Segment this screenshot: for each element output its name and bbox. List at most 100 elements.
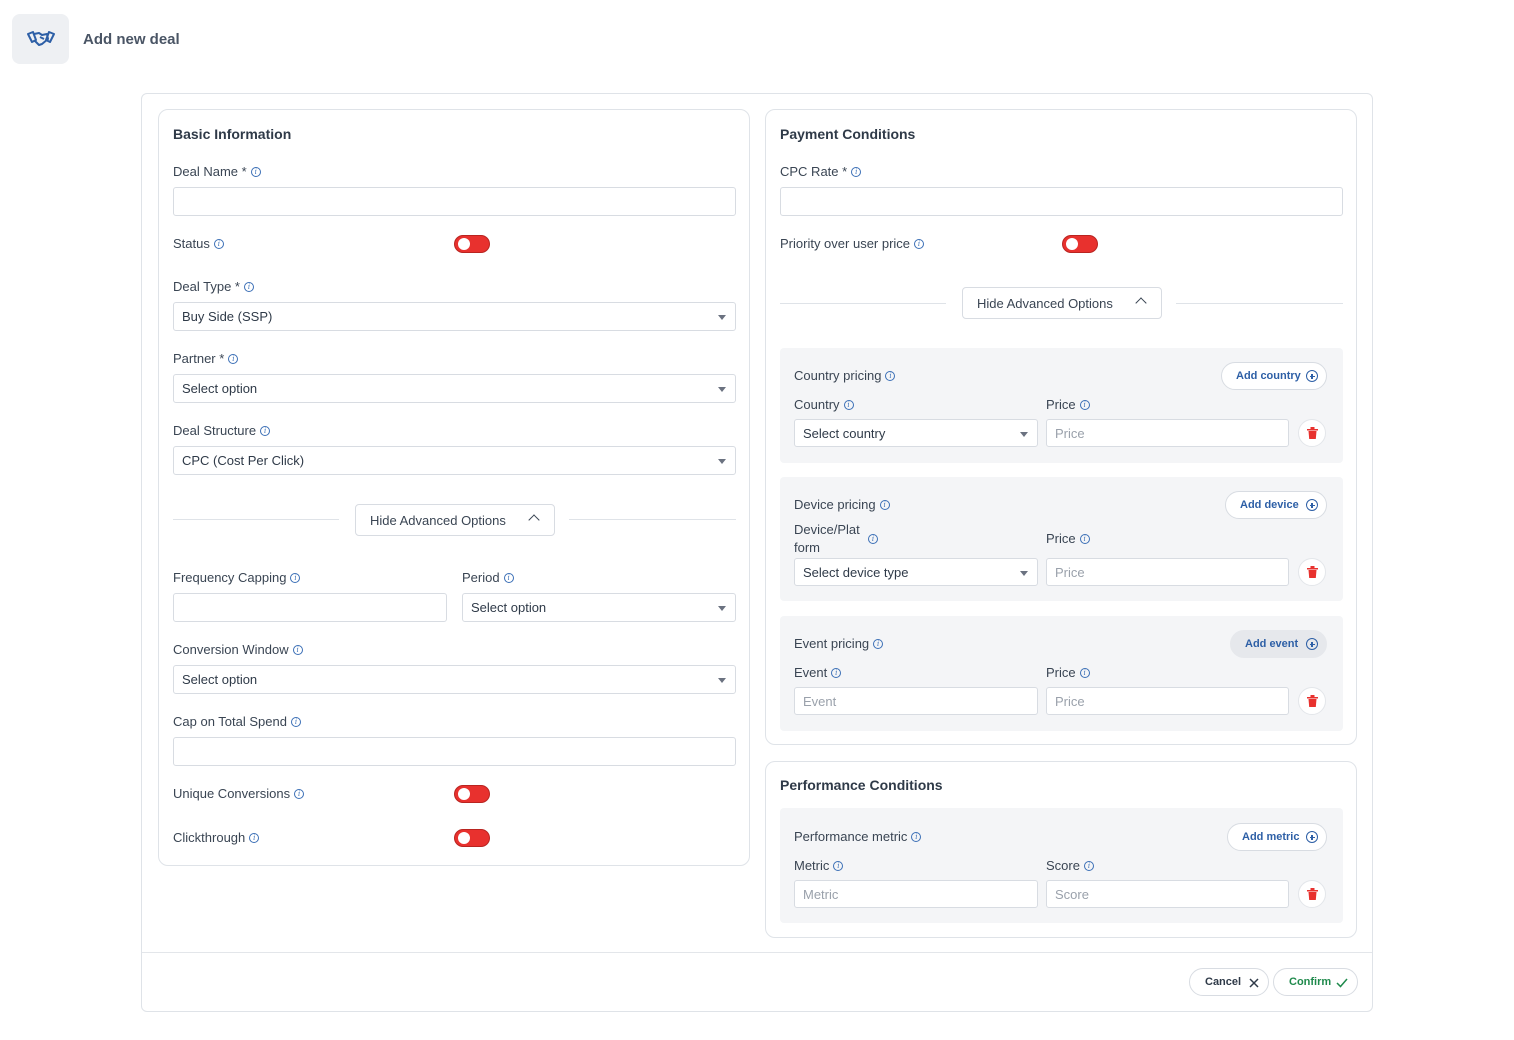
hide-advanced-options-button[interactable]: Hide Advanced Options xyxy=(962,287,1162,319)
deal-structure-select[interactable]: CPC (Cost Per Click) xyxy=(173,446,736,475)
add-metric-button[interactable]: Add metric xyxy=(1227,823,1327,851)
unique-conversions-toggle[interactable] xyxy=(454,785,490,803)
caret-down-icon xyxy=(1020,432,1028,437)
device-price-input[interactable]: Price xyxy=(1046,558,1289,586)
status-toggle[interactable] xyxy=(454,235,490,253)
info-icon[interactable]: i xyxy=(243,281,254,292)
delete-country-button[interactable] xyxy=(1298,419,1326,447)
info-icon[interactable]: i xyxy=(914,238,925,249)
country-pricing-panel: Country pricing i Add country Country i Se… xyxy=(780,348,1343,463)
basic-information-title: Basic Information xyxy=(173,126,292,142)
info-icon[interactable]: i xyxy=(1083,860,1094,871)
info-icon[interactable]: i xyxy=(1079,667,1090,678)
clickthrough-toggle[interactable] xyxy=(454,829,490,847)
info-icon[interactable]: i xyxy=(1079,399,1090,410)
plus-circle-icon xyxy=(1306,831,1318,843)
toggle-knob xyxy=(458,788,470,800)
info-icon[interactable]: i xyxy=(290,572,301,583)
caret-down-icon xyxy=(718,606,726,611)
caret-down-icon xyxy=(1020,571,1028,576)
info-icon[interactable]: i xyxy=(911,831,922,842)
deal-name-label: Deal Name * i xyxy=(173,164,261,179)
conversion-window-label: Conversion Window i xyxy=(173,642,303,657)
delete-metric-button[interactable] xyxy=(1298,880,1326,908)
chevron-up-icon xyxy=(1135,297,1147,309)
delete-event-button[interactable] xyxy=(1298,687,1326,715)
info-icon[interactable]: i xyxy=(873,638,884,649)
info-icon[interactable]: i xyxy=(228,353,239,364)
info-icon[interactable]: i xyxy=(213,238,224,249)
trash-icon xyxy=(1306,695,1318,707)
info-icon[interactable]: i xyxy=(868,534,878,544)
check-icon xyxy=(1336,978,1348,988)
trash-icon xyxy=(1306,427,1318,439)
device-platform-label: Device/Plat form xyxy=(794,522,860,555)
info-icon[interactable]: i xyxy=(292,644,303,655)
info-icon[interactable]: i xyxy=(249,832,260,843)
cpc-rate-input[interactable] xyxy=(780,187,1343,216)
performance-metric-panel: Performance metric i Add metric Metric i M… xyxy=(780,808,1343,923)
event-price-input[interactable]: Price xyxy=(1046,687,1289,715)
plus-circle-icon xyxy=(1306,370,1318,382)
footer-divider xyxy=(142,952,1372,953)
event-price-label: Price i xyxy=(1046,665,1090,680)
page-title: Add new deal xyxy=(83,30,180,48)
period-select[interactable]: Select option xyxy=(462,593,736,622)
chevron-up-icon xyxy=(528,514,540,526)
add-country-button[interactable]: Add country xyxy=(1221,362,1327,390)
info-icon[interactable]: i xyxy=(833,860,844,871)
device-pricing-label: Device pricing i xyxy=(794,497,890,512)
info-icon[interactable]: i xyxy=(260,425,271,436)
hide-advanced-options-button[interactable]: Hide Advanced Options xyxy=(355,504,555,536)
metric-input[interactable]: Metric xyxy=(794,880,1038,908)
delete-device-button[interactable] xyxy=(1298,558,1326,586)
country-select[interactable]: Select country xyxy=(794,419,1038,447)
country-price-input[interactable]: Price xyxy=(1046,419,1289,447)
device-type-select[interactable]: Select device type xyxy=(794,558,1038,586)
cap-on-total-spend-label: Cap on Total Spend i xyxy=(173,714,301,729)
priority-over-user-price-label: Priority over user price i xyxy=(780,236,925,251)
add-device-button[interactable]: Add device xyxy=(1225,491,1327,519)
info-icon[interactable]: i xyxy=(851,166,862,177)
page-header: Add new deal xyxy=(12,14,180,64)
caret-down-icon xyxy=(718,678,726,683)
info-icon[interactable]: i xyxy=(503,572,514,583)
info-icon[interactable]: i xyxy=(885,370,896,381)
payment-conditions-card: Payment Conditions CPC Rate * i Priority … xyxy=(765,109,1357,745)
cap-on-total-spend-input[interactable] xyxy=(173,737,736,766)
info-icon[interactable]: i xyxy=(831,667,842,678)
event-pricing-label: Event pricing i xyxy=(794,636,884,651)
handshake-icon xyxy=(12,14,69,64)
frequency-capping-input[interactable] xyxy=(173,593,447,622)
conversion-window-select[interactable]: Select option xyxy=(173,665,736,694)
cancel-button[interactable]: Cancel xyxy=(1189,968,1269,996)
trash-icon xyxy=(1306,888,1318,900)
device-price-label: Price i xyxy=(1046,531,1090,546)
add-event-button[interactable]: Add event xyxy=(1230,630,1327,658)
deal-type-select[interactable]: Buy Side (SSP) xyxy=(173,302,736,331)
cpc-rate-label: CPC Rate * i xyxy=(780,164,862,179)
divider xyxy=(780,303,946,304)
partner-label: Partner * i xyxy=(173,351,239,366)
unique-conversions-label: Unique Conversions i xyxy=(173,786,305,801)
priority-over-user-price-toggle[interactable] xyxy=(1062,235,1098,253)
info-icon[interactable]: i xyxy=(294,788,305,799)
score-input[interactable]: Score xyxy=(1046,880,1289,908)
event-pricing-panel: Event pricing i Add event Event i Event Pr… xyxy=(780,616,1343,731)
info-icon[interactable]: i xyxy=(290,716,301,727)
confirm-button[interactable]: Confirm xyxy=(1273,968,1358,996)
partner-select[interactable]: Select option xyxy=(173,374,736,403)
country-pricing-label: Country pricing i xyxy=(794,368,896,383)
deal-name-input[interactable] xyxy=(173,187,736,216)
info-icon[interactable]: i xyxy=(1079,533,1090,544)
event-input[interactable]: Event xyxy=(794,687,1038,715)
caret-down-icon xyxy=(718,459,726,464)
performance-metric-label: Performance metric i xyxy=(794,829,922,844)
divider xyxy=(173,519,339,520)
period-label: Period i xyxy=(462,570,514,585)
info-icon[interactable]: i xyxy=(250,166,261,177)
info-icon[interactable]: i xyxy=(879,499,890,510)
toggle-knob xyxy=(458,238,470,250)
info-icon[interactable]: i xyxy=(843,399,854,410)
score-label: Score i xyxy=(1046,858,1094,873)
